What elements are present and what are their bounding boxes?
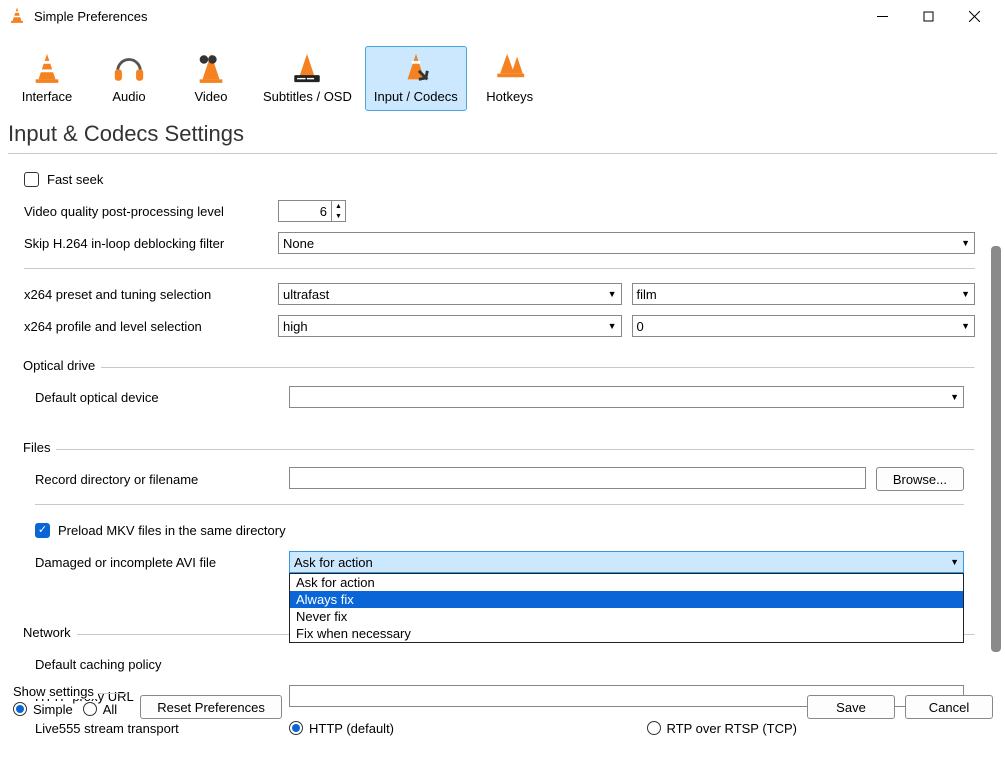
- tab-hotkeys[interactable]: Hotkeys: [471, 46, 549, 111]
- chevron-down-icon: ▼: [961, 289, 970, 299]
- save-button[interactable]: Save: [807, 695, 895, 719]
- input-codecs-icon: [399, 51, 433, 85]
- show-settings-simple-label: Simple: [33, 702, 73, 717]
- tab-subtitles-osd[interactable]: Subtitles / OSD: [254, 46, 361, 111]
- tab-input-codecs[interactable]: Input / Codecs: [365, 46, 467, 111]
- damaged-avi-label: Damaged or incomplete AVI file: [35, 555, 289, 570]
- settings-scroll-area: Fast seek Video quality post-processing …: [0, 154, 1005, 664]
- default-optical-label: Default optical device: [35, 390, 289, 405]
- cancel-button[interactable]: Cancel: [905, 695, 993, 719]
- video-icon: [194, 51, 228, 85]
- tab-label: Video: [194, 89, 227, 104]
- browse-button[interactable]: Browse...: [876, 467, 964, 491]
- record-dir-input[interactable]: [289, 467, 866, 489]
- default-optical-combo[interactable]: ▼: [289, 386, 964, 408]
- x264-level-value: 0: [637, 319, 644, 334]
- damaged-avi-option-when[interactable]: Fix when necessary: [290, 625, 963, 642]
- show-settings-group: Show settings Simple All: [12, 693, 128, 722]
- x264-preset-label: x264 preset and tuning selection: [24, 287, 278, 302]
- titlebar: Simple Preferences: [0, 0, 1005, 32]
- divider: [24, 268, 975, 269]
- chevron-down-icon: ▼: [608, 289, 617, 299]
- skip-deblock-combo[interactable]: None ▼: [278, 232, 975, 254]
- tab-label: Input / Codecs: [374, 89, 458, 104]
- chevron-down-icon: ▼: [961, 238, 970, 248]
- network-legend: Network: [23, 625, 77, 640]
- interface-icon: [30, 51, 64, 85]
- tab-video[interactable]: Video: [172, 46, 250, 111]
- x264-profile-label: x264 profile and level selection: [24, 319, 278, 334]
- record-dir-label: Record directory or filename: [35, 472, 289, 487]
- tab-label: Audio: [112, 89, 145, 104]
- damaged-avi-value: Ask for action: [294, 555, 373, 570]
- tab-interface[interactable]: Interface: [8, 46, 86, 111]
- fast-seek-checkbox[interactable]: Fast seek: [24, 172, 103, 187]
- vlc-icon: [8, 6, 26, 27]
- quality-level-value: 6: [279, 204, 331, 219]
- fast-seek-label: Fast seek: [47, 172, 103, 187]
- tab-audio[interactable]: Audio: [90, 46, 168, 111]
- preload-mkv-checkbox[interactable]: Preload MKV files in the same directory: [35, 523, 286, 538]
- show-settings-legend: Show settings: [13, 684, 98, 699]
- quality-level-spinbox[interactable]: 6 ▲▼: [278, 200, 346, 222]
- close-button[interactable]: [951, 0, 997, 32]
- spin-up-icon[interactable]: ▲: [332, 201, 345, 211]
- x264-preset-combo[interactable]: ultrafast ▼: [278, 283, 622, 305]
- caching-policy-label: Default caching policy: [35, 657, 289, 672]
- chevron-down-icon: ▼: [961, 321, 970, 331]
- hotkeys-icon: [493, 51, 527, 85]
- show-settings-all-radio[interactable]: All: [83, 702, 117, 717]
- tab-label: Subtitles / OSD: [263, 89, 352, 104]
- skip-deblock-value: None: [283, 236, 314, 251]
- tab-label: Hotkeys: [486, 89, 533, 104]
- preload-mkv-label: Preload MKV files in the same directory: [58, 523, 286, 538]
- damaged-avi-option-always[interactable]: Always fix: [290, 591, 963, 608]
- footer: Show settings Simple All Reset Preferenc…: [0, 680, 1005, 734]
- quality-level-label: Video quality post-processing level: [24, 204, 278, 219]
- reset-preferences-button[interactable]: Reset Preferences: [140, 695, 282, 719]
- subtitles-icon: [290, 51, 324, 85]
- spin-down-icon[interactable]: ▼: [332, 211, 345, 221]
- tab-label: Interface: [22, 89, 73, 104]
- audio-icon: [112, 51, 146, 85]
- x264-tune-value: film: [637, 287, 657, 302]
- maximize-button[interactable]: [905, 0, 951, 32]
- chevron-down-icon: ▼: [950, 392, 959, 402]
- chevron-down-icon: ▼: [608, 321, 617, 331]
- damaged-avi-option-never[interactable]: Never fix: [290, 608, 963, 625]
- divider: [35, 504, 964, 505]
- x264-tune-combo[interactable]: film ▼: [632, 283, 976, 305]
- x264-level-combo[interactable]: 0 ▼: [632, 315, 976, 337]
- minimize-button[interactable]: [859, 0, 905, 32]
- x264-preset-value: ultrafast: [283, 287, 329, 302]
- category-tabs: Interface Audio Video Subtitles / OSD In…: [0, 32, 1005, 115]
- files-legend: Files: [23, 440, 56, 455]
- scrollbar-thumb[interactable]: [991, 246, 1001, 652]
- damaged-avi-option-ask[interactable]: Ask for action: [290, 574, 963, 591]
- window-title: Simple Preferences: [34, 9, 147, 24]
- optical-drive-legend: Optical drive: [23, 358, 101, 373]
- chevron-down-icon: ▼: [950, 557, 959, 567]
- x264-profile-combo[interactable]: high ▼: [278, 315, 622, 337]
- damaged-avi-dropdown: Ask for action Always fix Never fix Fix …: [289, 573, 964, 643]
- skip-deblock-label: Skip H.264 in-loop deblocking filter: [24, 236, 278, 251]
- show-settings-all-label: All: [103, 702, 117, 717]
- files-group: Files Record directory or filename Brows…: [24, 449, 975, 588]
- optical-drive-group: Optical drive Default optical device ▼: [24, 367, 975, 423]
- damaged-avi-combo[interactable]: Ask for action ▼: [289, 551, 964, 573]
- show-settings-simple-radio[interactable]: Simple: [13, 702, 73, 717]
- x264-profile-value: high: [283, 319, 308, 334]
- page-title: Input & Codecs Settings: [0, 115, 1005, 153]
